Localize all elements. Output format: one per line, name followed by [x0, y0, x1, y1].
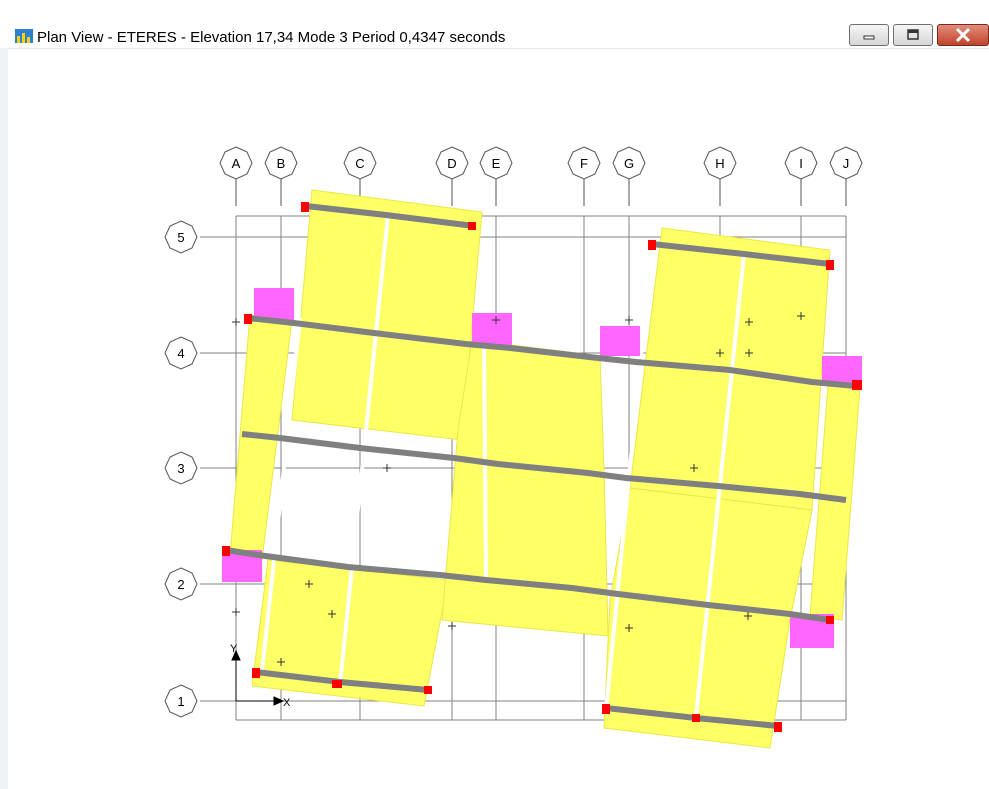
- minimize-button[interactable]: [849, 24, 889, 46]
- row-bubble-2: 2: [164, 567, 198, 601]
- column-bubble-g: G: [612, 146, 646, 206]
- row-label-5: 5: [177, 230, 184, 245]
- column-label-f: F: [580, 156, 588, 171]
- wall-g4: [600, 326, 640, 356]
- row-label-2: 2: [177, 577, 184, 592]
- title-bar: Plan View - ETERES - Elevation 17,34 Mod…: [0, 0, 989, 49]
- column-bubble-h: H: [703, 146, 737, 206]
- row-bubble-4: 4: [164, 336, 198, 370]
- column-bubble-a: A: [219, 146, 253, 206]
- close-icon: [955, 27, 971, 43]
- row-label-4: 4: [177, 346, 184, 361]
- maximize-icon: [907, 29, 919, 40]
- column-label-i: I: [799, 156, 803, 171]
- column-bubble-j: J: [829, 146, 863, 206]
- column-label-h: H: [715, 156, 724, 171]
- row-label-1: 1: [177, 694, 184, 709]
- window-title: Plan View - ETERES - Elevation 17,34 Mod…: [37, 29, 506, 46]
- close-button[interactable]: [937, 24, 989, 46]
- axis-y-label: Y: [230, 643, 238, 655]
- column-bubble-i: I: [784, 146, 818, 206]
- column-bubble-b: B: [264, 146, 298, 206]
- plan-view-canvas[interactable]: A B C D E F G H I J 5 4 3 2 1 Y X: [0, 48, 989, 789]
- app-icon: [15, 29, 33, 43]
- column-bubble-e: E: [479, 146, 513, 206]
- wall-e4: [472, 313, 512, 347]
- column-label-g: G: [624, 156, 634, 171]
- column-label-e: E: [492, 156, 501, 171]
- column-label-d: D: [447, 156, 456, 171]
- column-label-b: B: [277, 156, 286, 171]
- row-bubble-1: 1: [164, 684, 198, 718]
- column-bubble-d: D: [435, 146, 469, 206]
- row-bubbles: 5 4 3 2 1: [164, 220, 198, 718]
- column-label-j: J: [843, 156, 850, 171]
- maximize-button[interactable]: [893, 24, 933, 46]
- column-bubble-f: F: [567, 146, 601, 206]
- row-bubble-5: 5: [164, 220, 198, 254]
- row-label-3: 3: [177, 461, 184, 476]
- column-label-c: C: [355, 156, 364, 171]
- row-bubble-3: 3: [164, 451, 198, 485]
- column-label-a: A: [232, 156, 241, 171]
- axis-x-label: X: [283, 697, 291, 709]
- minimize-icon: [863, 35, 875, 40]
